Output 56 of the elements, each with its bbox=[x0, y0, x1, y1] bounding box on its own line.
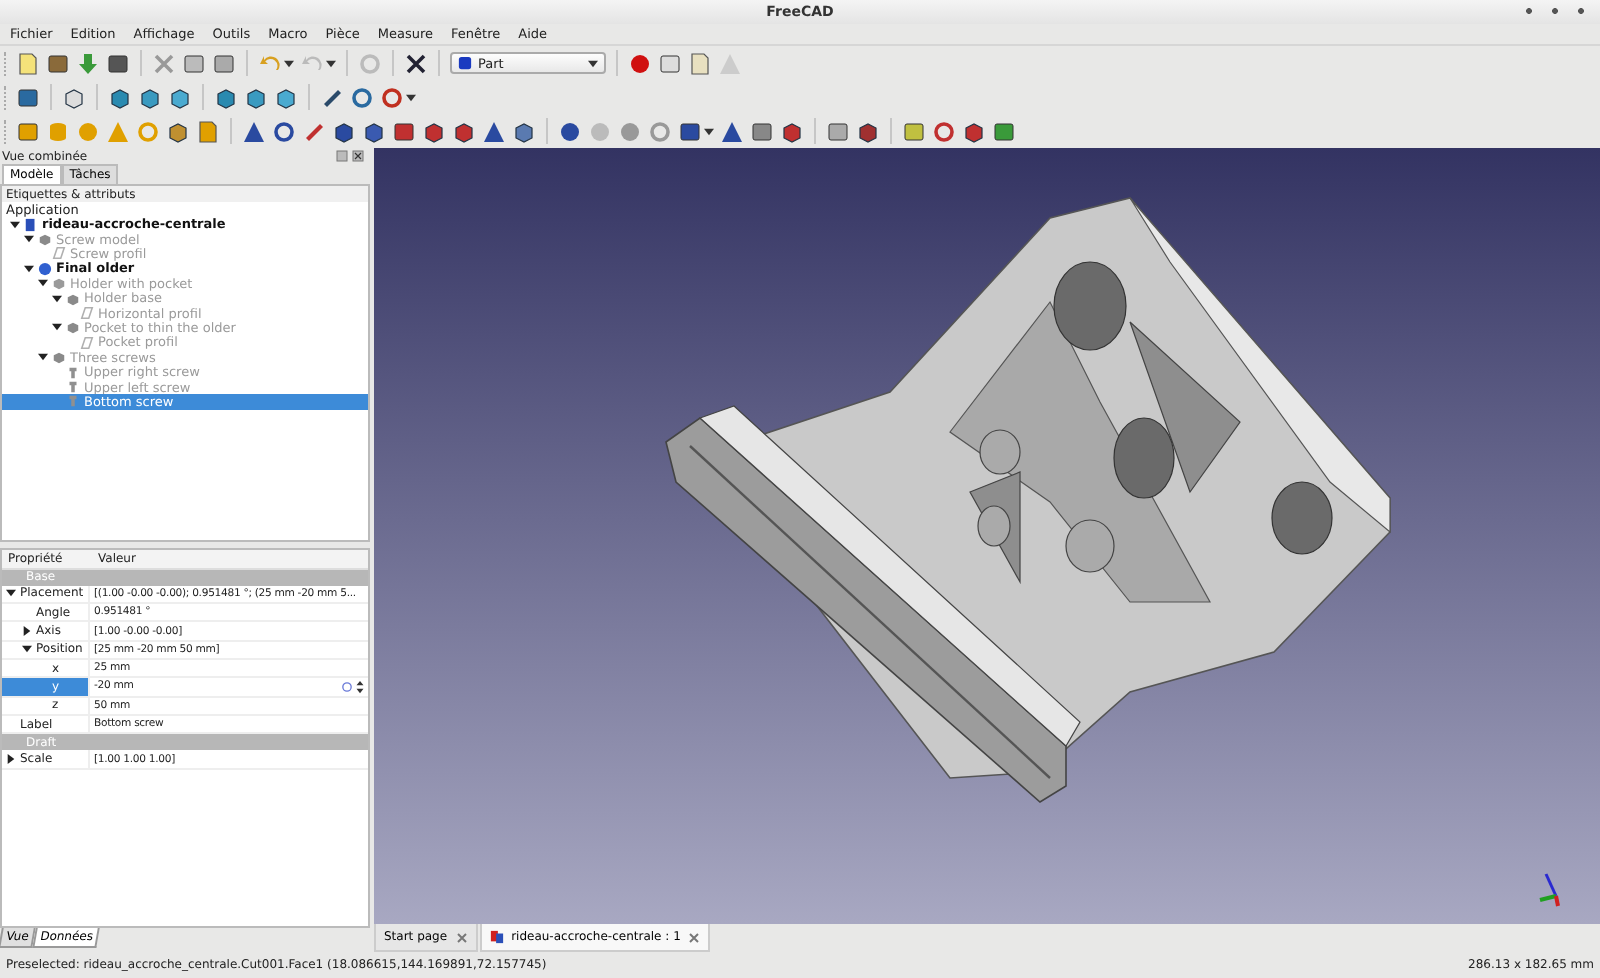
spin-arrows-icon[interactable] bbox=[356, 679, 364, 694]
face-icon[interactable] bbox=[392, 119, 416, 143]
fillet-icon[interactable] bbox=[332, 119, 356, 143]
primitives-icon[interactable] bbox=[166, 119, 190, 143]
extrude-icon[interactable] bbox=[242, 119, 266, 143]
close-panel-icon[interactable] bbox=[352, 150, 364, 162]
paste-icon[interactable] bbox=[212, 51, 236, 75]
zoom-icon[interactable] bbox=[350, 85, 374, 109]
measure-clear-icon[interactable] bbox=[932, 119, 956, 143]
isometric-cube-icon[interactable] bbox=[62, 85, 86, 109]
caret-icon[interactable] bbox=[326, 59, 336, 67]
expand-arrow-icon[interactable] bbox=[52, 322, 62, 333]
caret-icon[interactable] bbox=[704, 127, 714, 135]
expand-arrow-icon[interactable] bbox=[6, 588, 16, 599]
section-icon[interactable] bbox=[750, 119, 774, 143]
right-view-icon[interactable] bbox=[168, 85, 192, 109]
record-icon[interactable] bbox=[628, 51, 652, 75]
front-view-icon[interactable] bbox=[108, 85, 132, 109]
rear-view-icon[interactable] bbox=[214, 85, 238, 109]
fit-all-icon[interactable] bbox=[16, 85, 40, 109]
close-tab-icon[interactable] bbox=[455, 931, 468, 943]
expand-arrow-icon[interactable] bbox=[6, 754, 16, 765]
printer-icon[interactable] bbox=[106, 51, 130, 75]
close-tab-icon[interactable] bbox=[688, 931, 701, 943]
3d-viewport[interactable] bbox=[374, 148, 1600, 924]
expand-arrow-icon[interactable] bbox=[38, 352, 48, 363]
chamfer-icon[interactable] bbox=[362, 119, 386, 143]
no-entry-icon[interactable] bbox=[380, 85, 404, 109]
join-icon[interactable] bbox=[678, 119, 702, 143]
sweep-icon[interactable] bbox=[482, 119, 506, 143]
loft-icon[interactable] bbox=[452, 119, 476, 143]
expression-icon[interactable] bbox=[342, 681, 352, 692]
macro-edit-icon[interactable] bbox=[688, 51, 712, 75]
folder-icon[interactable] bbox=[46, 51, 70, 75]
cube-icon bbox=[458, 56, 472, 70]
measure-toggle-icon[interactable] bbox=[962, 119, 986, 143]
measure-3d-icon[interactable] bbox=[992, 119, 1016, 143]
stop-icon[interactable] bbox=[658, 51, 682, 75]
shape-builder-icon[interactable] bbox=[196, 119, 220, 143]
check-geometry-icon[interactable] bbox=[720, 119, 744, 143]
copy-icon[interactable] bbox=[182, 51, 206, 75]
left-view-icon[interactable] bbox=[274, 85, 298, 109]
ruled-surface-icon[interactable] bbox=[422, 119, 446, 143]
caret-icon[interactable] bbox=[284, 59, 294, 67]
measure-refresh-icon[interactable] bbox=[902, 119, 926, 143]
revolve-icon[interactable] bbox=[272, 119, 296, 143]
box-icon[interactable] bbox=[16, 119, 40, 143]
caret-icon bbox=[588, 59, 598, 67]
cross-sections-icon[interactable] bbox=[780, 119, 804, 143]
bottom-view-icon[interactable] bbox=[244, 85, 268, 109]
measure-angular-icon[interactable] bbox=[856, 119, 880, 143]
thickness-icon[interactable] bbox=[512, 119, 536, 143]
top-view-icon[interactable] bbox=[138, 85, 162, 109]
measure-linear-icon[interactable] bbox=[826, 119, 850, 143]
caret-icon[interactable] bbox=[406, 93, 416, 101]
new-document-icon[interactable] bbox=[16, 51, 40, 75]
